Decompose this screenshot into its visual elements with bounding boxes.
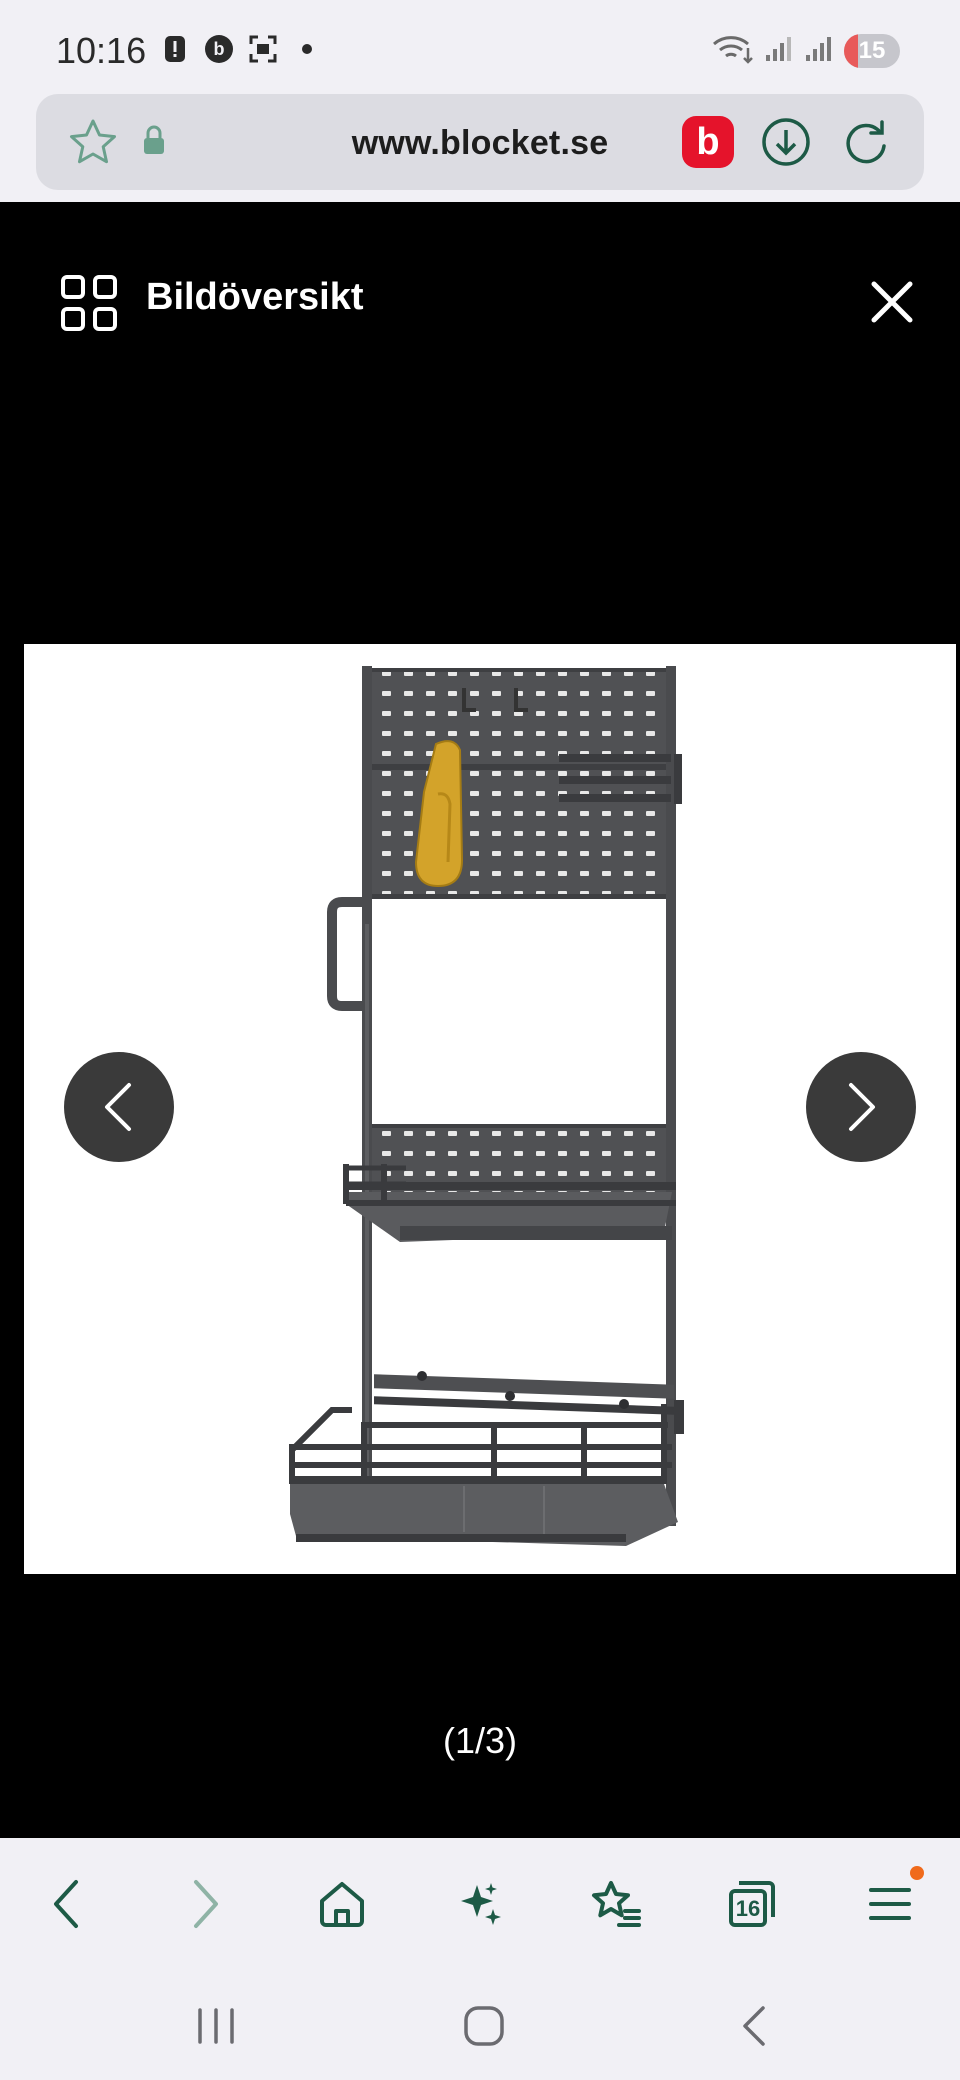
wifi-icon [710, 32, 754, 69]
home-button[interactable] [310, 1872, 374, 1936]
status-notification-icons: b [160, 34, 322, 64]
dot-icon [292, 34, 322, 64]
image-viewer: Bildöversikt (1/3) [0, 202, 960, 1838]
home-icon [320, 1882, 364, 1927]
battery-indicator: 15 [844, 33, 900, 68]
tabs-button[interactable]: 16 [720, 1872, 784, 1936]
hamburger-menu-icon [869, 1888, 911, 1920]
system-navigation-bar [0, 1966, 960, 2080]
back-nav-icon [743, 2006, 765, 2046]
url-bar[interactable]: www.blocket.se b [36, 94, 924, 190]
recent-apps-icon [198, 2008, 234, 2044]
back-arrow-icon [54, 1880, 78, 1928]
bookmarks-star-icon [592, 1881, 641, 1927]
signal-icon-2 [804, 33, 834, 68]
back-nav-button[interactable] [724, 1996, 784, 2056]
svg-text:b: b [214, 39, 225, 59]
ai-assist-button[interactable] [448, 1872, 512, 1936]
sparkle-icon [461, 1883, 501, 1925]
screenshot-icon [248, 34, 278, 64]
grid-overview-icon[interactable] [60, 274, 118, 337]
close-icon[interactable] [862, 272, 922, 332]
status-right: 15 [710, 32, 900, 69]
chevron-left-icon [105, 1083, 131, 1131]
home-nav-button[interactable] [454, 1996, 514, 2056]
blocket-app-icon[interactable]: b [682, 116, 734, 168]
recent-apps-button[interactable] [186, 1996, 246, 2056]
blocket-notification-icon: b [204, 34, 234, 64]
previous-image-button[interactable] [64, 1052, 174, 1162]
battery-level: 15 [858, 36, 886, 64]
signal-icon [764, 33, 794, 68]
status-bar: 10:16 b 15 [0, 0, 960, 96]
status-time: 10:16 [56, 30, 147, 71]
tabs-count: 16 [736, 1896, 760, 1921]
bookmarks-button[interactable] [584, 1872, 648, 1936]
image-counter: (1/3) [442, 1720, 518, 1761]
back-button[interactable] [34, 1872, 98, 1936]
browser-toolbar: 16 [0, 1838, 960, 1966]
forward-arrow-icon [194, 1880, 218, 1928]
forward-button[interactable] [174, 1872, 238, 1936]
download-icon[interactable] [760, 116, 812, 173]
menu-button[interactable] [858, 1866, 924, 1936]
notification-dot [910, 1866, 924, 1880]
viewer-title[interactable]: Bildöversikt [146, 276, 364, 319]
next-image-button[interactable] [806, 1052, 916, 1162]
chevron-right-icon [849, 1083, 875, 1131]
tabs-icon: 16 [729, 1881, 775, 1927]
home-nav-icon [464, 2006, 504, 2046]
reload-icon[interactable] [840, 116, 892, 173]
alert-icon [160, 34, 190, 64]
